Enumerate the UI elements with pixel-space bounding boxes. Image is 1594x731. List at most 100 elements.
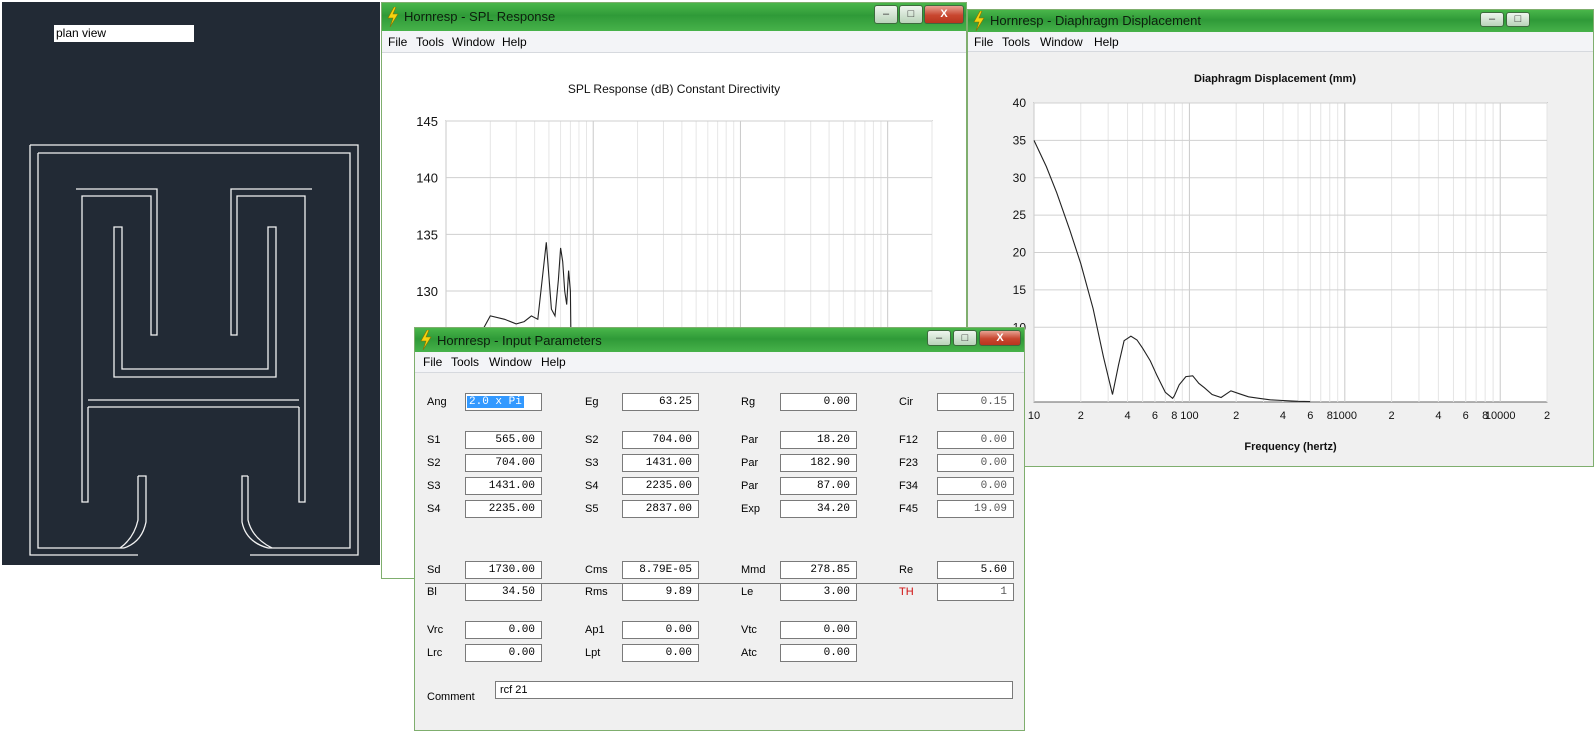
menu-tools[interactable]: Tools (1002, 35, 1030, 49)
param-input[interactable]: 9.89 (622, 583, 699, 601)
lightning-icon (387, 7, 399, 27)
param-label: Lpt (585, 647, 601, 659)
param-input[interactable]: 18.20 (780, 431, 857, 449)
param-input[interactable]: 0.00 (780, 644, 857, 662)
maximize-button[interactable]: □ (1506, 12, 1530, 27)
y-tick-label: 40 (1013, 96, 1027, 110)
x-tick-label: 6 (1307, 410, 1313, 422)
menu-tools[interactable]: Tools (416, 35, 444, 49)
menu-file[interactable]: File (974, 35, 993, 49)
menu-file[interactable]: File (423, 355, 442, 369)
param-label: Rms (585, 586, 608, 598)
param-input[interactable]: 0.00 (937, 431, 1014, 449)
param-input[interactable]: 0.00 (780, 621, 857, 639)
param-label: Sd (427, 564, 441, 576)
param-input[interactable]: 8.79E-05 (622, 561, 699, 579)
param-input[interactable]: 0.00 (465, 644, 542, 662)
x-tick-label: 10000 (1485, 410, 1516, 422)
cad-view-label: plan view (54, 25, 194, 42)
param-label: S3 (427, 480, 441, 492)
menu-help[interactable]: Help (502, 35, 527, 49)
y-tick-label: 25 (1013, 208, 1027, 222)
param-label: Cir (899, 396, 914, 408)
x-tick-label: 2 (1544, 410, 1550, 422)
param-input[interactable]: 63.25 (622, 393, 699, 411)
param-input[interactable]: 19.09 (937, 500, 1014, 518)
minimize-button[interactable]: – (927, 330, 951, 346)
param-input[interactable]: 1431.00 (465, 477, 542, 495)
menu-help[interactable]: Help (1094, 35, 1119, 49)
param-input[interactable]: 704.00 (622, 431, 699, 449)
y-tick-label: 130 (416, 284, 438, 299)
title-bar[interactable]: Hornresp - Diaphragm Displacement – □ (968, 10, 1593, 32)
param-label: Exp (741, 503, 760, 515)
param-input[interactable]: 5.60 (937, 561, 1014, 579)
minimize-button[interactable]: – (1480, 12, 1504, 27)
param-label: S1 (427, 434, 441, 446)
chart-title: SPL Response (dB) Constant Directivity (568, 82, 780, 96)
param-input[interactable]: 278.85 (780, 561, 857, 579)
param-input[interactable]: 0.15 (937, 393, 1014, 411)
close-button[interactable]: X (979, 330, 1021, 346)
menu-bar: File Tools Window Help (382, 31, 966, 53)
param-label: Lrc (427, 647, 443, 659)
param-input[interactable]: 0.00 (622, 644, 699, 662)
param-label: F12 (899, 434, 918, 446)
param-label: Eg (585, 396, 599, 408)
param-input[interactable]: 87.00 (780, 477, 857, 495)
param-input[interactable]: 704.00 (465, 454, 542, 472)
param-label: Par (741, 480, 759, 492)
param-input[interactable]: 3.00 (780, 583, 857, 601)
param-input[interactable]: 0.00 (937, 477, 1014, 495)
param-input[interactable]: 1431.00 (622, 454, 699, 472)
cad-drawing-panel[interactable]: plan view (2, 2, 380, 565)
param-input[interactable]: 2837.00 (622, 500, 699, 518)
param-input[interactable]: 565.00 (465, 431, 542, 449)
menu-help[interactable]: Help (541, 355, 566, 369)
title-bar[interactable]: Hornresp - Input Parameters – □ X (415, 328, 1024, 352)
maximize-button[interactable]: □ (899, 5, 923, 24)
close-button[interactable]: X (924, 5, 964, 24)
param-input[interactable]: 34.50 (465, 583, 542, 601)
menu-tools[interactable]: Tools (451, 355, 479, 369)
title-bar[interactable]: Hornresp - SPL Response – □ X (382, 3, 966, 31)
x-tick-label: 6 (1152, 410, 1158, 422)
param-input[interactable]: 0.00 (937, 454, 1014, 472)
y-tick-label: 135 (416, 227, 438, 242)
param-label: Ang (427, 396, 447, 408)
param-label: Par (741, 434, 759, 446)
param-input[interactable]: 0.00 (622, 621, 699, 639)
param-input[interactable]: 1 (937, 583, 1014, 601)
menu-bar: File Tools Window Help (968, 32, 1593, 52)
param-input[interactable]: 182.90 (780, 454, 857, 472)
cad-plan-drawing (29, 144, 359, 556)
param-input[interactable]: 2.0 x Pi (465, 393, 542, 411)
y-tick-label: 145 (416, 114, 438, 129)
menu-window[interactable]: Window (1040, 35, 1083, 49)
x-tick-label: 6 (1463, 410, 1469, 422)
menu-window[interactable]: Window (489, 355, 532, 369)
y-tick-label: 35 (1013, 133, 1027, 147)
param-input[interactable]: 1730.00 (465, 561, 542, 579)
param-label: S2 (427, 457, 441, 469)
diaphragm-displacement-window[interactable]: Hornresp - Diaphragm Displacement – □ Fi… (967, 9, 1594, 467)
param-label: Mmd (741, 564, 766, 576)
param-input[interactable]: 0.00 (780, 393, 857, 411)
param-label: Re (899, 564, 914, 576)
param-label: Vrc (427, 624, 444, 636)
comment-input[interactable]: rcf 21 (495, 681, 1013, 699)
minimize-button[interactable]: – (874, 5, 898, 24)
x-axis-label: Frequency (hertz) (1244, 441, 1337, 453)
param-label: TH (899, 586, 914, 598)
param-label: Par (741, 457, 759, 469)
param-input[interactable]: 34.20 (780, 500, 857, 518)
param-label: F23 (899, 457, 918, 469)
input-parameters-window[interactable]: Hornresp - Input Parameters – □ X File T… (414, 327, 1025, 731)
x-tick-label: 2 (1233, 410, 1239, 422)
menu-file[interactable]: File (388, 35, 407, 49)
menu-window[interactable]: Window (452, 35, 495, 49)
param-input[interactable]: 0.00 (465, 621, 542, 639)
maximize-button[interactable]: □ (953, 330, 977, 346)
param-input[interactable]: 2235.00 (622, 477, 699, 495)
param-input[interactable]: 2235.00 (465, 500, 542, 518)
